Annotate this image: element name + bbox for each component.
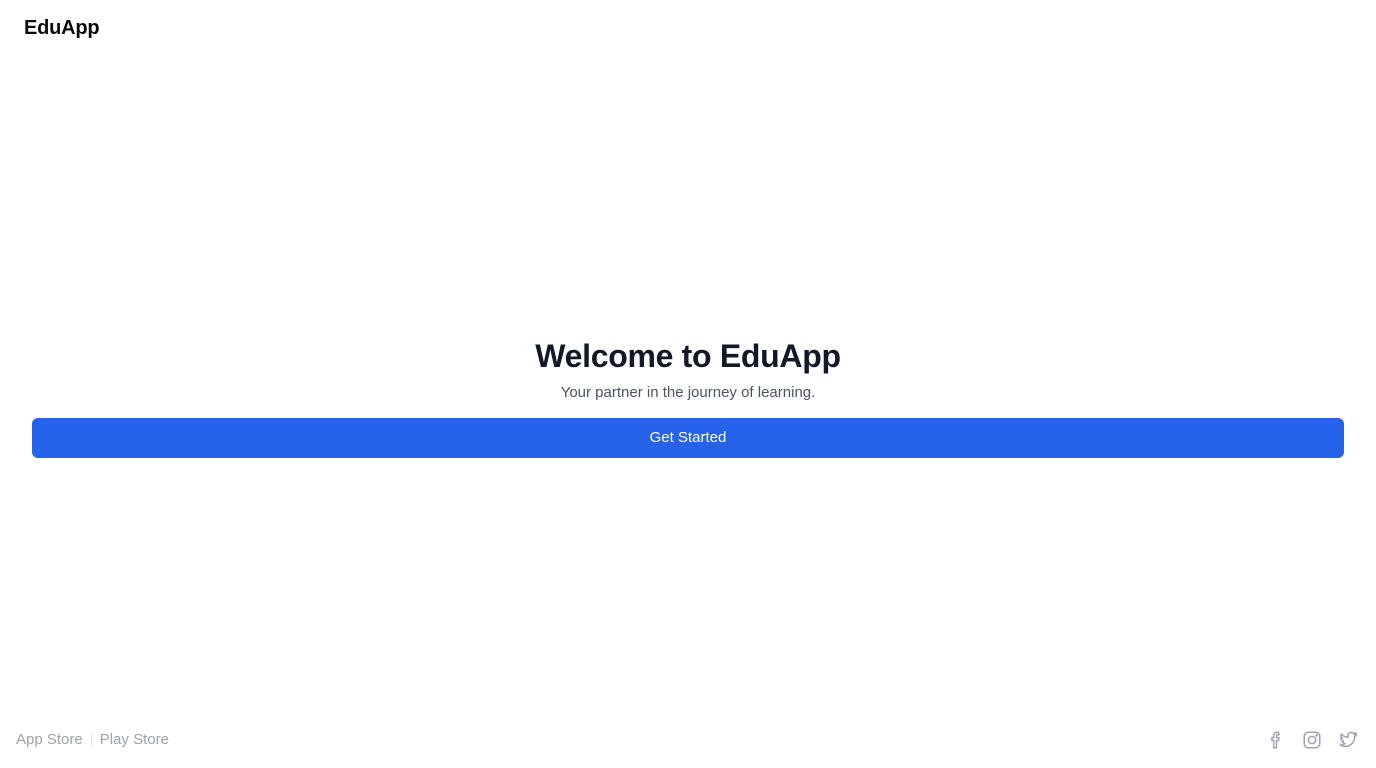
twitter-icon[interactable]	[1336, 728, 1360, 752]
footer: App Store Play Store	[0, 716, 1376, 768]
landing-page: EduApp Welcome to EduApp Your partner in…	[0, 0, 1376, 768]
store-divider	[90, 733, 92, 747]
hero-title: Welcome to EduApp	[535, 338, 841, 374]
top-bar: EduApp	[0, 0, 1376, 56]
instagram-icon[interactable]	[1300, 728, 1324, 752]
hero-section: Welcome to EduApp Your partner in the jo…	[0, 336, 1376, 403]
social-links	[1252, 728, 1360, 752]
store-links: App Store Play Store	[16, 730, 169, 750]
facebook-icon[interactable]	[1264, 728, 1288, 752]
brand-logo-text[interactable]: EduApp	[24, 16, 100, 40]
play-store-link[interactable]: Play Store	[100, 730, 169, 750]
get-started-button[interactable]: Get Started	[32, 418, 1344, 458]
app-store-link[interactable]: App Store	[16, 730, 83, 750]
hero-subtitle: Your partner in the journey of learning.	[560, 384, 816, 401]
